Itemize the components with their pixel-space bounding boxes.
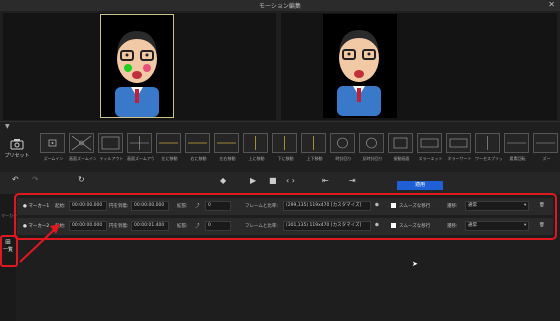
mouse-cursor: ➤ (412, 260, 418, 268)
annotation-arrow (19, 224, 60, 263)
